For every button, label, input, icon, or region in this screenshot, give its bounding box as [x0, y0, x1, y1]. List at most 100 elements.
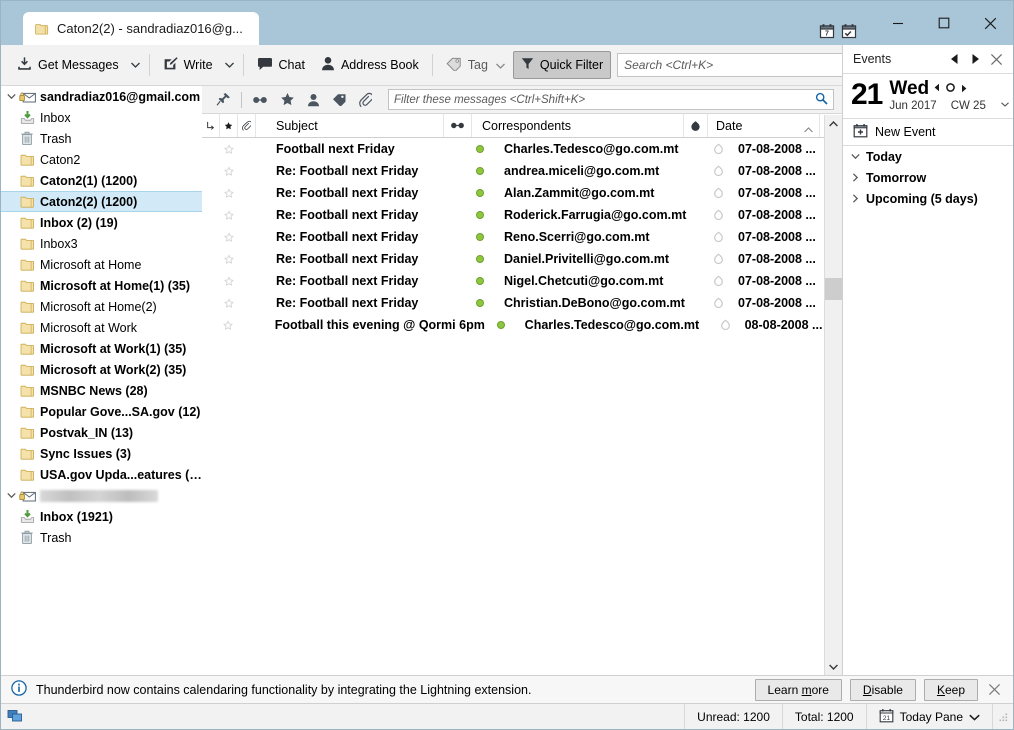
resize-grip[interactable]	[997, 711, 1009, 723]
minimize-button[interactable]	[875, 1, 921, 45]
unread-icon[interactable]	[246, 93, 274, 107]
message-read-status[interactable]	[706, 160, 730, 182]
nav-today[interactable]	[945, 82, 956, 96]
attachment-icon[interactable]	[353, 90, 378, 109]
write-dropdown[interactable]	[221, 56, 238, 74]
maximize-button[interactable]	[921, 1, 967, 45]
tasks-icon[interactable]	[841, 23, 857, 42]
close-button[interactable]	[967, 1, 1013, 45]
message-unread-indicator[interactable]	[466, 138, 494, 160]
message-list[interactable]: Football next Friday Charles.Tedesco@go.c…	[202, 138, 842, 336]
folder-row[interactable]: Popular Gove...SA.gov (12)	[1, 401, 202, 422]
folder-row[interactable]: MSNBC News (28)	[1, 380, 202, 401]
today-pane-group[interactable]: Tomorrow	[843, 167, 1013, 188]
folder-row[interactable]: Sync Issues (3)	[1, 443, 202, 464]
chat-button[interactable]: Chat	[249, 51, 313, 80]
message-read-status[interactable]	[706, 204, 730, 226]
message-star-toggle[interactable]	[220, 226, 238, 248]
message-row[interactable]: Re: Football next Friday Christian.DeBono…	[202, 292, 842, 314]
message-row[interactable]: Re: Football next Friday Alan.Zammit@go.c…	[202, 182, 842, 204]
message-star-toggle[interactable]	[220, 292, 238, 314]
twisty-open-icon[interactable]	[5, 92, 18, 101]
twisty-open-icon[interactable]	[5, 491, 18, 500]
message-star-toggle[interactable]	[220, 248, 238, 270]
calendar-icon[interactable]: 7	[819, 23, 835, 42]
write-button[interactable]: Write	[155, 50, 221, 80]
message-row[interactable]: Re: Football next Friday andrea.miceli@go…	[202, 160, 842, 182]
folder-row[interactable]: Postvak_IN (13)	[1, 422, 202, 443]
scroll-up-button[interactable]	[825, 115, 842, 132]
message-unread-indicator[interactable]	[488, 314, 515, 336]
message-row[interactable]: Football next Friday Charles.Tedesco@go.c…	[202, 138, 842, 160]
column-header-star[interactable]	[220, 114, 238, 137]
nav-next-day[interactable]	[960, 82, 968, 96]
message-unread-indicator[interactable]	[466, 226, 494, 248]
get-messages-dropdown[interactable]	[127, 56, 144, 74]
message-unread-indicator[interactable]	[466, 160, 494, 182]
message-row[interactable]: Re: Football next Friday Roderick.Farrugi…	[202, 204, 842, 226]
message-read-status[interactable]	[706, 292, 730, 314]
get-messages-button[interactable]: Get Messages	[9, 50, 127, 80]
folder-row[interactable]: Microsoft at Work	[1, 317, 202, 338]
folder-pane[interactable]: sandradiaz016@gmail.com Inbox Trash Caton2 C…	[1, 86, 203, 675]
column-header-subject[interactable]: Subject	[256, 114, 444, 137]
folder-row[interactable]: Inbox3	[1, 233, 202, 254]
message-read-status[interactable]	[706, 226, 730, 248]
folder-row[interactable]: Trash	[1, 527, 202, 548]
prev-arrow-icon[interactable]	[944, 51, 965, 67]
column-header-date[interactable]: Date	[708, 114, 820, 137]
today-pane-toggle[interactable]: 21 Today Pane	[865, 704, 993, 729]
message-star-toggle[interactable]	[220, 138, 238, 160]
folder-row[interactable]: Microsoft at Work(2) (35)	[1, 359, 202, 380]
folder-row[interactable]: Caton2(2) (1200)	[1, 191, 202, 212]
folder-row[interactable]: Microsoft at Home(1) (35)	[1, 275, 202, 296]
message-star-toggle[interactable]	[219, 314, 237, 336]
folder-row[interactable]: Caton2(1) (1200)	[1, 170, 202, 191]
date-dropdown-icon[interactable]	[1001, 96, 1009, 110]
folder-row[interactable]: Trash	[1, 128, 202, 149]
twisty-closed-icon[interactable]	[851, 194, 860, 203]
new-event-button[interactable]: New Event	[843, 119, 1013, 146]
twisty-open-icon[interactable]	[851, 152, 860, 161]
message-unread-indicator[interactable]	[466, 292, 494, 314]
message-unread-indicator[interactable]	[466, 204, 494, 226]
starred-icon[interactable]	[274, 90, 301, 109]
message-row[interactable]: Re: Football next Friday Daniel.Privitell…	[202, 248, 842, 270]
today-pane-group[interactable]: Today	[843, 146, 1013, 167]
message-read-status[interactable]	[714, 314, 737, 336]
message-list-scrollbar[interactable]	[824, 115, 842, 675]
message-read-status[interactable]	[706, 138, 730, 160]
scroll-down-button[interactable]	[825, 658, 842, 675]
notification-close-icon[interactable]	[978, 679, 1009, 700]
notification-button[interactable]: Learn more	[754, 678, 842, 701]
quick-filter-button[interactable]: Quick Filter	[512, 51, 612, 79]
pin-icon[interactable]	[210, 90, 237, 109]
contact-icon[interactable]	[301, 91, 326, 109]
folder-row[interactable]: Microsoft at Home	[1, 254, 202, 275]
notification-button[interactable]: Disable	[849, 678, 916, 701]
tab-folder[interactable]: Caton2(2) - sandradiaz016@g...	[23, 12, 259, 45]
nav-prev-day[interactable]	[933, 83, 941, 95]
folder-row[interactable]: Caton2	[1, 149, 202, 170]
folder-row[interactable]: Microsoft at Work(1) (35)	[1, 338, 202, 359]
message-star-toggle[interactable]	[220, 270, 238, 292]
filter-messages-input[interactable]: Filter these messages <Ctrl+Shift+K>	[388, 89, 834, 110]
next-arrow-icon[interactable]	[965, 51, 986, 67]
folder-row[interactable]: Inbox (2) (19)	[1, 212, 202, 233]
message-star-toggle[interactable]	[220, 160, 238, 182]
message-row[interactable]: Re: Football next Friday Reno.Scerri@go.c…	[202, 226, 842, 248]
folder-row[interactable]: Microsoft at Home(2)	[1, 296, 202, 317]
tag-icon[interactable]	[326, 91, 353, 108]
column-header-unread[interactable]	[444, 114, 472, 137]
scrollbar-thumb[interactable]	[825, 278, 842, 300]
search-icon[interactable]	[815, 92, 828, 108]
message-star-toggle[interactable]	[220, 182, 238, 204]
message-read-status[interactable]	[706, 248, 730, 270]
today-pane-group[interactable]: Upcoming (5 days)	[843, 188, 1013, 209]
message-row[interactable]: Re: Football next Friday Nigel.Chetcuti@g…	[202, 270, 842, 292]
folder-row[interactable]: Inbox	[1, 107, 202, 128]
column-header-correspondents[interactable]: Correspondents	[472, 114, 684, 137]
message-unread-indicator[interactable]	[466, 270, 494, 292]
account-row[interactable]: sandradiaz016@gmail.com	[1, 86, 202, 107]
message-unread-indicator[interactable]	[466, 248, 494, 270]
